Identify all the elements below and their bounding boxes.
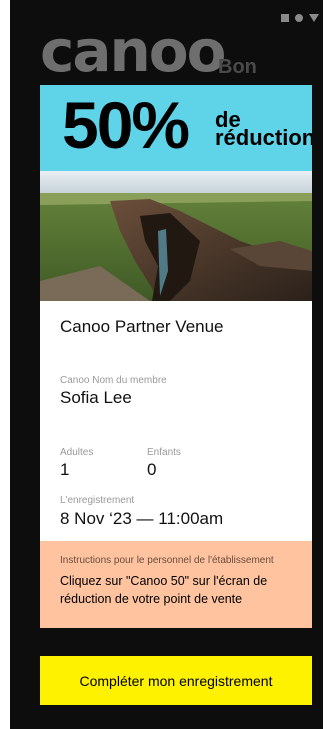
voucher-card: 50% de réduction Canoo Partner Venue Can… xyxy=(40,85,312,628)
venue-photo xyxy=(40,171,312,301)
staff-instructions: Instructions pour le personnel de l'étab… xyxy=(40,541,312,628)
children-count: 0 xyxy=(147,460,157,479)
member-name: Sofia Lee xyxy=(60,388,132,407)
complete-checkin-button[interactable]: Compléter mon enregistrement xyxy=(40,656,312,705)
app-screen: canoo Bon 50% de réduction Canoo Partner… xyxy=(10,0,323,729)
children-label: Enfants xyxy=(147,447,181,458)
circle-icon xyxy=(295,14,303,22)
instructions-label: Instructions pour le personnel de l'étab… xyxy=(60,555,274,566)
status-bar xyxy=(281,14,319,22)
adults-count: 1 xyxy=(60,460,70,479)
checkin-datetime: 8 Nov ‘23 — 11:00am xyxy=(60,509,224,528)
brand-logo: canoo xyxy=(40,17,227,85)
discount-banner: 50% de réduction xyxy=(40,85,312,171)
instructions-text: Cliquez sur "Canoo 50" sur l'écran de ré… xyxy=(60,574,268,607)
discount-text-line2: réduction xyxy=(215,125,312,150)
adults-label: Adultes xyxy=(60,447,94,458)
square-icon xyxy=(281,14,289,22)
venue-name: Canoo Partner Venue xyxy=(60,317,224,336)
checkin-label: L'enregistrement xyxy=(60,495,135,506)
discount-percent: 50% xyxy=(62,88,190,162)
brand-subtitle: Bon xyxy=(218,56,257,78)
triangle-down-icon xyxy=(309,14,319,22)
member-name-label: Canoo Nom du membre xyxy=(60,375,167,386)
